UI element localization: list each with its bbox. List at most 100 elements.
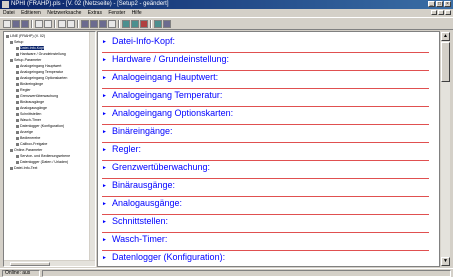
tree-node-anzeige[interactable]: Anzeige (16, 130, 33, 134)
tree-node-regler[interactable]: Regler (16, 88, 31, 92)
device-icon (6, 34, 9, 38)
app-icon (2, 1, 9, 8)
arrow-icon: ► (102, 201, 107, 207)
settings-icon[interactable] (108, 20, 116, 28)
status-bar: Online: aus (0, 268, 453, 277)
mdi-minimize-icon[interactable] (431, 10, 437, 15)
tree-node-datenlogger-konfig[interactable]: Datenlogger (Konfiguration) (16, 124, 64, 128)
section-datenlogger[interactable]: ► Datenlogger (Konfiguration): (102, 250, 429, 266)
scroll-up-icon[interactable]: ▲ (441, 32, 450, 41)
content-scroll-thumb[interactable] (441, 42, 450, 82)
tree-node-analog-hauptwert[interactable]: Analogeingang Hauptwert (16, 64, 61, 68)
upload-icon[interactable] (81, 20, 89, 28)
toolbar-separator (150, 20, 152, 28)
section-binaerausgaenge[interactable]: ► Binärausgänge: (102, 178, 429, 197)
menu-datei[interactable]: Datei (3, 10, 15, 16)
tree-node-analog-temperatur[interactable]: Analogeingang Temperatur (16, 70, 63, 74)
arrow-icon: ► (102, 129, 107, 135)
minimize-icon[interactable]: _ (428, 1, 435, 7)
stop-icon[interactable] (140, 20, 148, 28)
save-icon[interactable] (21, 20, 29, 28)
paste-icon[interactable] (67, 20, 75, 28)
content-panel: ► Datei-Info-Kopf: ► Hardware / Grundeinst… (97, 31, 440, 267)
help-icon[interactable] (163, 20, 171, 28)
arrow-icon: ► (102, 147, 107, 153)
menu-extras[interactable]: Extras (88, 10, 102, 16)
section-regler[interactable]: ► Regler: (102, 142, 429, 161)
mdi-restore-icon[interactable] (438, 10, 444, 15)
page-icon (16, 94, 19, 98)
copy-icon[interactable] (58, 20, 66, 28)
tree-node-setup[interactable]: Setup (10, 40, 23, 44)
page-icon (16, 52, 19, 56)
page-icon (16, 64, 19, 68)
maximize-icon[interactable]: □ (436, 1, 443, 7)
toolbar-separator (54, 20, 56, 28)
tree-node-bedienerebene[interactable]: Bedienerebe (16, 136, 40, 140)
online-icon[interactable] (122, 20, 130, 28)
arrow-icon: ► (102, 111, 107, 117)
print-icon[interactable] (35, 20, 43, 28)
section-analog-hauptwert[interactable]: ► Analogeingang Hauptwert: (102, 70, 429, 89)
section-grenzwert[interactable]: ► Grenzwertüberwachung: (102, 160, 429, 179)
page-icon (16, 88, 19, 92)
section-analog-temperatur[interactable]: ► Analogeingang Temperatur: (102, 88, 429, 107)
tree-node-datei-info-text[interactable]: Datei-Info-Text (10, 166, 37, 170)
section-analogausgaenge[interactable]: ► Analogausgänge: (102, 196, 429, 215)
open-file-icon[interactable] (12, 20, 20, 28)
toolbar (0, 17, 453, 30)
new-file-icon[interactable] (3, 20, 11, 28)
page-icon (16, 46, 19, 50)
tree-node-root[interactable]: LINE (FRAHP) (V. 02) (6, 34, 45, 38)
mdi-close-icon[interactable] (445, 10, 451, 15)
section-datei-info-kopf[interactable]: ► Datei-Info-Kopf: (102, 34, 429, 53)
menu-fenster[interactable]: Fenster (108, 10, 125, 16)
simulation-icon[interactable] (131, 20, 139, 28)
arrow-icon: ► (102, 93, 107, 99)
tree-node-binaerausgaenge[interactable]: Binärausgänge (16, 100, 44, 104)
page-icon (16, 160, 19, 164)
section-schnittstellen[interactable]: ► Schnittstellen: (102, 214, 429, 233)
tree-node-schnittstellen[interactable]: Schnittstellen (16, 112, 41, 116)
info-icon[interactable] (154, 20, 162, 28)
download-icon[interactable] (90, 20, 98, 28)
tree-node-service[interactable]: Service- und Bedienungsebene (16, 154, 70, 158)
cut-icon[interactable] (44, 20, 52, 28)
toolbar-separator (118, 20, 120, 28)
arrow-icon: ► (102, 57, 107, 63)
arrow-icon: ► (102, 237, 107, 243)
tree-node-datei-info-kopf[interactable]: Datei-Info-Kopf (16, 46, 45, 50)
tree-node-hardware[interactable]: Hardware / Grundeinstellung (16, 52, 66, 56)
tree-node-analogausgaenge[interactable]: Analogausgänge (16, 106, 47, 110)
toolbar-separator (31, 20, 33, 28)
content-vertical-scrollbar[interactable]: ▲ ▼ (440, 31, 451, 267)
compare-icon[interactable] (99, 20, 107, 28)
scroll-down-icon[interactable]: ▼ (441, 257, 450, 266)
window-title: NPHI (FRAHP).pls - [V. 02 (Netzseite) - … (11, 1, 169, 7)
menu-netzwerksache[interactable]: Netzwerksache (47, 10, 81, 16)
folder-icon (10, 58, 13, 62)
section-wasch-timer[interactable]: ► Wasch-Timer: (102, 232, 429, 251)
page-icon (16, 70, 19, 74)
page-icon (16, 136, 19, 140)
tree-horizontal-scrollbar[interactable] (4, 260, 95, 266)
tree-node-grenzwert[interactable]: Grenzwertüberwachung (16, 94, 58, 98)
menu-hilfe[interactable]: Hilfe (132, 10, 142, 16)
tree-scroll-thumb[interactable] (10, 262, 50, 266)
tree-node-online-parameter[interactable]: Online-Parameter (10, 148, 42, 152)
page-icon (16, 130, 19, 134)
tree-vertical-scrollbar[interactable] (89, 32, 95, 261)
tree-node-callbox[interactable]: Callbox-Freigabe (16, 142, 47, 146)
tree-node-wasch-timer[interactable]: Wasch-Timer (16, 118, 41, 122)
section-hardware[interactable]: ► Hardware / Grundeinstellung: (102, 52, 429, 71)
menu-editieren[interactable]: Editieren (21, 10, 41, 16)
tree-node-binaereingaenge[interactable]: Binäreingänge (16, 82, 43, 86)
page-icon (10, 166, 13, 170)
tree-node-datenlogger-daten[interactable]: Datenlogger (Daten / Urladen) (16, 160, 68, 164)
close-icon[interactable]: × (444, 1, 451, 7)
section-binaereingaenge[interactable]: ► Binäreingänge: (102, 124, 429, 143)
tree-node-setup-parameter[interactable]: Setup-Parameter (10, 58, 41, 62)
page-icon (16, 76, 19, 80)
section-analog-optionskarten[interactable]: ► Analogeingang Optionskarten: (102, 106, 429, 125)
tree-node-analog-optionskarten[interactable]: Analogeingang Optionskarten (16, 76, 67, 80)
